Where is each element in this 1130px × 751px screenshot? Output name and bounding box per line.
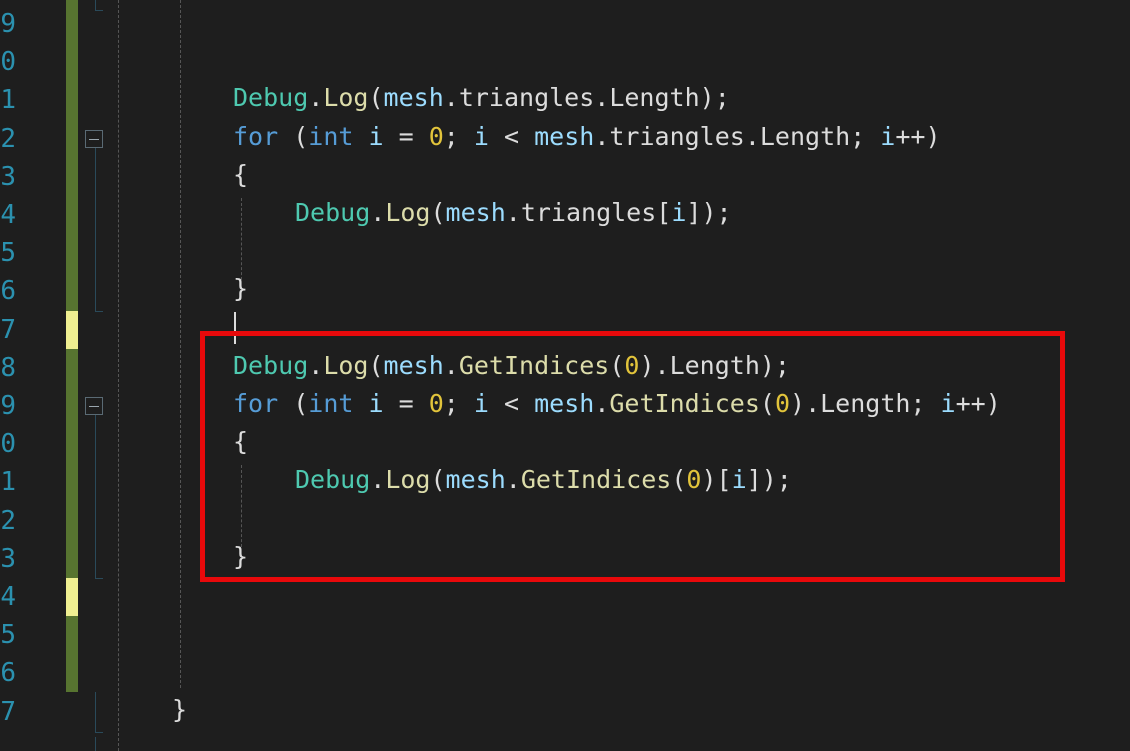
code-token: }: [233, 274, 249, 304]
code-token: i: [473, 121, 489, 151]
change-indicator-unsaved: [66, 578, 78, 616]
change-indicator-saved: [66, 349, 78, 578]
code-token: .triangles[: [505, 198, 672, 227]
indent-guide: [118, 0, 119, 751]
code-token: Debug: [295, 198, 371, 227]
collapse-toggle-icon[interactable]: [85, 397, 103, 415]
line-number: 1: [0, 467, 16, 498]
line-number: 9: [0, 9, 16, 39]
code-token: int: [308, 121, 354, 151]
code-token: mesh: [445, 198, 506, 227]
line-number: 9: [0, 391, 16, 421]
indent-guide: [241, 198, 242, 280]
outline-guide: [95, 692, 96, 732]
code-token: ;: [443, 121, 474, 151]
outline-guide: [95, 147, 96, 311]
code-token: =: [383, 121, 429, 151]
change-indicator-saved: [66, 0, 78, 311]
line-number: 6: [0, 276, 16, 307]
code-token: i: [880, 121, 896, 151]
line-number: 0: [0, 47, 16, 78]
line-number: 2: [0, 505, 16, 536]
code-token: Debug: [233, 83, 309, 113]
line-number: 7: [0, 314, 16, 345]
line-number: 6: [0, 658, 16, 689]
code-line[interactable]: for (int i = 0; i < mesh.triangles.Lengt…: [233, 118, 941, 156]
line-number: 8: [0, 352, 16, 383]
code-token: mesh: [383, 83, 444, 113]
outline-guide-end: [95, 578, 103, 579]
code-token: ++): [895, 121, 941, 151]
code-token: i: [368, 121, 384, 151]
outline-guide-end: [95, 732, 103, 733]
code-token: i: [671, 198, 687, 227]
code-line[interactable]: {: [233, 156, 248, 194]
line-number: 7: [0, 696, 16, 727]
line-number: 5: [0, 238, 16, 269]
line-number: 2: [0, 123, 16, 154]
line-number: 3: [0, 161, 16, 192]
line-number: 1: [0, 85, 16, 116]
code-token: ]);: [686, 198, 732, 227]
line-number: 5: [0, 620, 16, 651]
code-token: Log: [323, 83, 369, 113]
change-indicator-unsaved: [66, 311, 78, 349]
line-number: 0: [0, 429, 16, 460]
outline-guide: [95, 415, 96, 578]
code-token: for: [233, 121, 279, 151]
line-number-gutter: 9 0 1 2 3 4 5 6 7 8 9 0 1 2 3 4 5 6 7: [0, 0, 30, 751]
code-token: 0: [428, 121, 444, 151]
line-number: 4: [0, 582, 16, 612]
collapse-toggle-icon[interactable]: [85, 130, 103, 148]
code-token: <: [488, 121, 535, 151]
line-number: 4: [0, 200, 16, 230]
code-token: .: [308, 83, 324, 113]
code-token: (: [430, 198, 446, 227]
code-line[interactable]: Debug.Log(mesh.triangles[i]);: [295, 194, 732, 232]
outline-guide-end: [95, 10, 103, 11]
code-editor[interactable]: 9012345678901234567 Debug.Log(mesh.trian…: [0, 0, 1130, 751]
indent-guide: [180, 0, 181, 688]
code-line[interactable]: }: [172, 691, 187, 729]
code-line[interactable]: }: [233, 270, 248, 308]
code-token: .: [370, 198, 386, 227]
code-token: .triangles.Length);: [443, 83, 730, 113]
outline-guide: [95, 0, 96, 10]
code-token: (: [278, 121, 309, 151]
change-indicator-saved: [66, 616, 78, 692]
code-token: .triangles.Length;: [594, 121, 881, 151]
line-number: 3: [0, 543, 16, 574]
outline-guide-end: [95, 311, 103, 312]
code-line[interactable]: Debug.Log(mesh.triangles.Length);: [233, 79, 730, 117]
code-token: }: [172, 694, 188, 724]
code-token: (: [368, 83, 384, 113]
code-token: mesh: [534, 121, 595, 151]
code-token: {: [233, 159, 249, 189]
outline-guide: [95, 737, 96, 751]
highlight-box: [200, 331, 1065, 582]
code-token: Log: [385, 198, 431, 227]
